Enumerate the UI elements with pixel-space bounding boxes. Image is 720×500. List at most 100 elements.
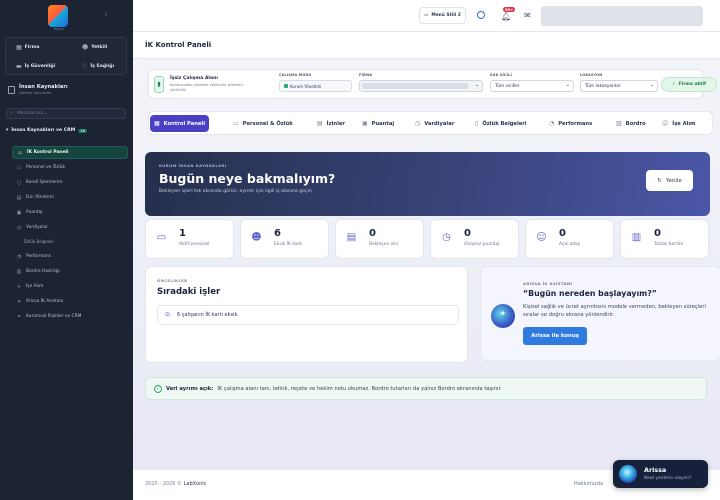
building-icon bbox=[8, 85, 15, 94]
sidebar-item-ozluk-belgeleri[interactable]: Özlük Belgeleri bbox=[20, 235, 128, 248]
stat-label: Açık aday bbox=[559, 242, 581, 247]
handshake-icon: ⚭ bbox=[16, 313, 22, 320]
user-warning-icon: ☻ bbox=[251, 232, 262, 243]
user-menu[interactable] bbox=[541, 6, 703, 26]
quick-label: İş Güvenliği bbox=[24, 64, 56, 69]
tab-label: Bordro bbox=[625, 120, 646, 127]
copyright-text: 2020 - 2026 © bbox=[145, 481, 183, 487]
quick-is-guvenligi-button[interactable]: ▬ İş Güvenliği bbox=[16, 63, 55, 70]
sidebar-item-label: Performans bbox=[26, 254, 51, 259]
stat-value: 6 bbox=[274, 228, 281, 239]
menu-search-input[interactable]: ⌕ Menüde ara... bbox=[6, 108, 126, 119]
grid-icon: ▦ bbox=[154, 120, 160, 127]
assistant-title: “Bugün nereden başlayayım?” bbox=[523, 289, 657, 298]
tab-bordro[interactable]: ▥ Bordro bbox=[612, 115, 650, 132]
priority-item[interactable]: ⊙ 6 çalışanın İK kartı eksik. bbox=[157, 305, 459, 325]
tab-vardiyalar[interactable]: ◷ Vardiyalar bbox=[411, 115, 458, 132]
calendar-icon: ▤ bbox=[16, 194, 22, 201]
clipboard-icon: ▣ bbox=[362, 120, 368, 127]
tab-performans[interactable]: ◔ Performans bbox=[545, 115, 596, 132]
sidebar-item-label: Kurumsal İlişkiler ve CRM bbox=[26, 314, 82, 319]
sidebar-item-performans[interactable]: ◔ Performans bbox=[12, 250, 128, 263]
stat-value: 1 bbox=[179, 228, 186, 239]
receipt-icon: ▥ bbox=[631, 232, 642, 243]
menu-style-label: Menü Stili 2 bbox=[431, 13, 461, 18]
quick-is-sagligi-button[interactable]: ♡ İş Sağlığı bbox=[82, 63, 114, 70]
assistant-avatar-icon: ✦ bbox=[491, 304, 515, 328]
sgk-value: Tüm siciller bbox=[495, 84, 520, 89]
footer-copyright: 2020 - 2026 © LabXonic bbox=[145, 481, 206, 487]
priorities-kicker: ÖNCELİKLER bbox=[157, 278, 188, 283]
sidebar-item-label: İK Kontrol Paneli bbox=[27, 150, 69, 155]
quick-firma-button[interactable]: ▦ Firma bbox=[16, 44, 40, 51]
quick-yetkili-button[interactable]: ☻ Yetkili bbox=[82, 44, 107, 51]
sgk-select[interactable]: Tüm siciller ⌄ bbox=[490, 80, 574, 92]
tab-label: Personel & Özlük bbox=[242, 120, 293, 127]
sidebar-item-bordro-hazirligi[interactable]: ▥ Bordro Hazırlığı bbox=[12, 265, 128, 278]
status-ring-icon[interactable] bbox=[477, 11, 485, 19]
note-text: İK çalışma alanı tanı, tetkik, reçete ve… bbox=[217, 385, 502, 392]
sidebar-item-ise-alim[interactable]: + İşe Alım bbox=[12, 280, 128, 293]
receipt-icon: ▥ bbox=[616, 120, 622, 127]
tab-izinler[interactable]: ▤ İzinler bbox=[313, 115, 349, 132]
menu-style-button[interactable]: ▭ Menü Stili 2 bbox=[419, 7, 466, 24]
bell-icon[interactable]: 🔔︎ bbox=[501, 12, 511, 21]
firm-active-badge: ✓ Firma aktif bbox=[661, 77, 717, 92]
sidebar-item-vardiyalar[interactable]: ◷ Vardiyalar bbox=[12, 221, 128, 234]
stat-card[interactable]: ▭ 1 Aktif personel bbox=[145, 219, 234, 259]
footer-about-link[interactable]: Hakkımızda bbox=[574, 481, 603, 487]
tab-puantaj[interactable]: ▣ Puantaj bbox=[358, 115, 398, 132]
mode-selector[interactable]: Kurum Yönetimi bbox=[279, 80, 352, 92]
quick-label: İş Sağlığı bbox=[90, 64, 115, 69]
location-select[interactable]: Tüm lokasyonlar ⌄ bbox=[580, 80, 658, 92]
workspace-title: İşsiz Çalışma Alanı bbox=[170, 76, 218, 81]
firm-select[interactable]: ⌄ bbox=[359, 80, 483, 92]
stat-card[interactable]: ☻ 6 Eksik İK kartı bbox=[240, 219, 329, 259]
priority-text: 6 çalışanın İK kartı eksik. bbox=[177, 312, 240, 318]
talk-to-arissa-button[interactable]: Arissa ile konuş bbox=[523, 327, 587, 345]
search-icon: ⌕ bbox=[10, 110, 13, 116]
section-header[interactable]: ▾ İnsan Kaynakları ve CRM 16 bbox=[6, 128, 88, 133]
tab-kontrol-paneli[interactable]: ▦ Kontrol Paneli bbox=[150, 115, 209, 132]
stat-card[interactable]: ▥ 0 Taslak bordro bbox=[620, 219, 709, 259]
location-label: LOKASYON bbox=[580, 73, 603, 77]
tab-ise-alim[interactable]: ☺ İşe Alım bbox=[658, 115, 700, 132]
stethoscope-icon: ♡ bbox=[82, 63, 88, 70]
tab-personel-ozluk[interactable]: ▭ Personel & Özlük bbox=[229, 115, 297, 132]
main-content: ▮ İşsiz Çalışma Alanı Kullanıcıdaki yöne… bbox=[133, 59, 720, 469]
sidebar-item-ik-kontrol-paneli[interactable]: ⌂ İK Kontrol Paneli bbox=[12, 146, 128, 159]
sidebar-item-personel[interactable]: ▭ Personel ve Özlük bbox=[12, 161, 128, 174]
clock-icon: ◷ bbox=[16, 224, 22, 231]
refresh-button[interactable]: ↻ Yenile bbox=[646, 170, 693, 191]
tab-ozluk-belgeleri[interactable]: ▯ Özlük Belgeleri bbox=[471, 115, 531, 132]
chevron-down-icon: ▾ bbox=[6, 128, 9, 133]
stat-card[interactable]: ▤ 0 Bekleyen izin bbox=[335, 219, 424, 259]
sgk-label: SGK SİCİLİ bbox=[490, 73, 512, 77]
info-circle-icon: ⊙ bbox=[165, 311, 171, 318]
collapse-sidebar-icon[interactable]: ‹ bbox=[104, 10, 108, 20]
sidebar-item-kendi-islemlerim[interactable]: ○ Kendi İşlemlerim bbox=[12, 176, 128, 189]
stat-card[interactable]: ◷ 0 Onaysız puantaj bbox=[430, 219, 519, 259]
hero-banner: KURUM İNSAN KAYNAKLARI Bugün neye bakmal… bbox=[145, 152, 710, 216]
receipt-icon: ▥ bbox=[16, 268, 22, 275]
mode-label: ÇALIŞMA MODU bbox=[279, 73, 312, 77]
id-card-icon: ▭ bbox=[233, 120, 239, 127]
mode-value: Kurum Yönetimi bbox=[290, 84, 322, 89]
assistant-description: Kişisel sağlık ve ücret ayrıntısını mode… bbox=[523, 304, 706, 318]
calendar-icon: ▤ bbox=[317, 120, 323, 127]
arissa-chat-launcher[interactable]: Arissa Nasıl yardımcı olayım? bbox=[613, 460, 708, 488]
section-badge: 16 bbox=[78, 128, 88, 133]
assistant-card: ✦ ARISSA İK ASİSTANI “Bugün nereden başl… bbox=[480, 266, 720, 361]
tab-label: İzinler bbox=[326, 120, 345, 127]
org-selector[interactable]: İnsan Kaynakları işletme hat ortam bbox=[8, 84, 68, 95]
stat-value: 0 bbox=[369, 228, 376, 239]
clock-icon: ◷ bbox=[415, 120, 421, 127]
sidebar-item-arissa[interactable]: ✦ Arissa İK Asistanı bbox=[12, 295, 128, 308]
sidebar-item-izin-yonetimi[interactable]: ▤ İzin Yönetimi bbox=[12, 191, 128, 204]
sidebar-item-crm[interactable]: ⚭ Kurumsal İlişkiler ve CRM bbox=[12, 310, 128, 323]
stat-card[interactable]: ☺ 0 Açık aday bbox=[525, 219, 614, 259]
sidebar-item-puantaj[interactable]: ▣ Puantaj bbox=[12, 206, 128, 219]
footer-brand-link[interactable]: LabXonic bbox=[184, 481, 207, 487]
app-logo[interactable] bbox=[48, 5, 68, 27]
inbox-icon[interactable]: ✉ bbox=[524, 11, 531, 20]
